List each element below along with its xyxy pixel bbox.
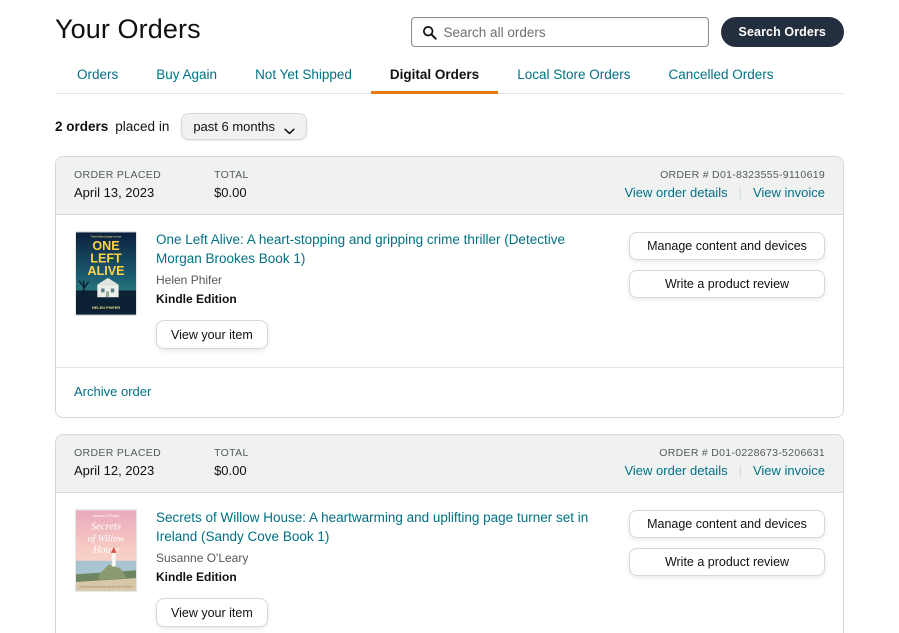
product-title-link[interactable]: Secrets of Willow House: A heartwarming … [156,509,608,546]
product-author: Helen Phifer [156,273,223,287]
chevron-down-icon [284,123,295,135]
view-order-details-link[interactable]: View order details [624,463,727,478]
tab-cancelled-orders[interactable]: Cancelled Orders [650,67,793,94]
order-placed-label: ORDER PLACED [74,169,162,181]
order-total-value: $0.00 [214,463,247,478]
view-order-details-link[interactable]: View order details [624,185,727,200]
order-total-label: TOTAL [214,447,249,459]
svg-text:ALIVE: ALIVE [87,264,124,278]
page-header: Your Orders Search Orders [55,0,844,47]
write-a-product-review-button[interactable]: Write a product review [629,270,825,298]
order-placed-date: April 13, 2023 [74,185,155,200]
product-title-link[interactable]: One Left Alive: A heart-stopping and gri… [156,231,608,268]
manage-content-and-devices-button[interactable]: Manage content and devices [629,232,825,260]
orders-page: Your Orders Search Orders Orders Buy Aga… [0,0,899,633]
order-header: ORDER PLACED April 12, 2023 TOTAL $0.00 … [56,435,843,493]
product-author: Susanne O'Leary [156,551,249,565]
time-range-dropdown[interactable]: past 6 months [181,113,307,140]
product-details: One Left Alive: A heart-stopping and gri… [156,231,629,349]
view-invoice-link[interactable]: View invoice [753,185,825,200]
order-card: ORDER PLACED April 12, 2023 TOTAL $0.00 … [55,434,844,633]
order-header-links: View order details | View invoice [624,463,825,478]
order-placed-date: April 12, 2023 [74,463,155,478]
tab-local-store-orders[interactable]: Local Store Orders [498,67,649,94]
view-invoice-link[interactable]: View invoice [753,463,825,478]
svg-text:of Willow: of Willow [88,533,125,544]
orders-filter-row: 2 orders placed in past 6 months [55,113,844,140]
time-range-value: past 6 months [193,119,275,134]
order-id-block: ORDER # D01-0228673-5206631 View order d… [624,446,825,480]
orders-placed-in-label: placed in [115,119,170,134]
manage-content-and-devices-button[interactable]: Manage content and devices [629,510,825,538]
order-id-block: ORDER # D01-8323555-9110619 View order d… [624,168,825,202]
tab-digital-orders[interactable]: Digital Orders [370,67,499,94]
orders-tabs: Orders Buy Again Not Yet Shipped Digital… [55,64,844,94]
svg-text:Susanne O'Leary: Susanne O'Leary [93,514,120,518]
product-format: Kindle Edition [156,292,237,306]
order-number: ORDER # D01-0228673-5206631 [659,447,825,459]
order-number: ORDER # D01-8323555-9110619 [660,169,825,181]
svg-text:HELEN PHIFER: HELEN PHIFER [92,305,121,310]
search-input[interactable] [443,18,708,46]
order-footer: Archive order [56,367,843,417]
header-search-area: Search Orders [410,12,844,47]
svg-text:Secrets: Secrets [91,522,121,533]
order-placed-label: ORDER PLACED [74,447,162,459]
tab-buy-again[interactable]: Buy Again [137,67,236,94]
order-total-value: $0.00 [214,185,247,200]
order-actions: Manage content and devices Write a produ… [629,231,825,349]
search-icon [422,25,437,40]
order-placed-block: ORDER PLACED April 12, 2023 [74,446,161,480]
order-actions: Manage content and devices Write a produ… [629,509,825,627]
order-placed-block: ORDER PLACED April 13, 2023 [74,168,161,202]
order-header: ORDER PLACED April 13, 2023 TOTAL $0.00 … [56,157,843,215]
product-cover-image[interactable]: Susanne O'Leary Secrets of Willow House … [75,509,137,627]
order-total-block: TOTAL $0.00 [214,446,249,480]
orders-count: 2 orders [55,119,109,134]
order-header-links: View order details | View invoice [624,185,825,200]
product-details: Secrets of Willow House: A heartwarming … [156,509,629,627]
page-title: Your Orders [55,14,201,44]
order-card: ORDER PLACED April 13, 2023 TOTAL $0.00 … [55,156,844,418]
order-body: Susanne O'Leary Secrets of Willow House … [56,493,843,633]
tab-orders[interactable]: Orders [55,67,137,94]
view-your-item-button[interactable]: View your item [156,320,268,349]
search-box[interactable] [410,17,709,47]
product-format: Kindle Edition [156,570,237,584]
svg-text:A heartwarming page turner set: A heartwarming page turner set in Irelan… [79,585,132,589]
product-cover-image[interactable]: Twist-filled page-turner ONE LEFT ALIVE … [75,231,137,349]
link-separator: | [738,185,742,200]
tab-not-yet-shipped[interactable]: Not Yet Shipped [236,67,371,94]
link-separator: | [738,463,742,478]
view-your-item-button[interactable]: View your item [156,598,268,627]
archive-order-link[interactable]: Archive order [74,384,151,399]
order-total-block: TOTAL $0.00 [214,168,249,202]
order-body: Twist-filled page-turner ONE LEFT ALIVE … [56,215,843,367]
order-total-label: TOTAL [214,169,249,181]
write-a-product-review-button[interactable]: Write a product review [629,548,825,576]
search-orders-button[interactable]: Search Orders [720,17,844,47]
